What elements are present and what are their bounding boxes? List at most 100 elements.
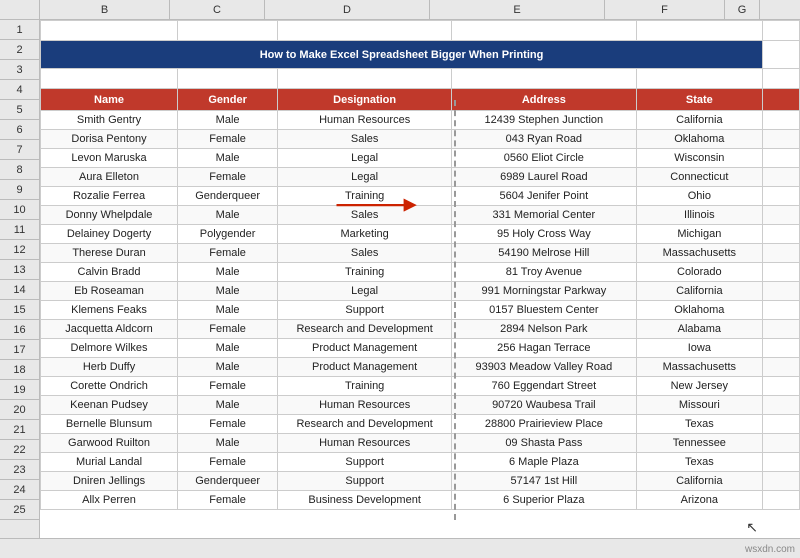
cell-designation[interactable]: Research and Development <box>278 415 452 434</box>
cell-g[interactable] <box>763 168 800 187</box>
cell-g[interactable] <box>763 206 800 225</box>
cell-gender[interactable]: Male <box>178 339 278 358</box>
cell-state[interactable]: California <box>636 472 763 491</box>
cell-gender[interactable]: Female <box>178 244 278 263</box>
cell-g[interactable] <box>763 301 800 320</box>
row-23[interactable]: 23 <box>0 460 39 480</box>
row-9[interactable]: 9 <box>0 180 39 200</box>
cell-gender[interactable]: Female <box>178 415 278 434</box>
cell-designation[interactable]: Legal <box>278 282 452 301</box>
row-1[interactable]: 1 <box>0 20 39 40</box>
row-10[interactable]: 10 <box>0 200 39 220</box>
row-3[interactable]: 3 <box>0 60 39 80</box>
cell-gender[interactable]: Male <box>178 434 278 453</box>
cell-name[interactable]: Donny Whelpdale <box>41 206 178 225</box>
cell-state[interactable]: Alabama <box>636 320 763 339</box>
cell-name[interactable]: Dorisa Pentony <box>41 130 178 149</box>
cell-name[interactable]: Rozalie Ferrea <box>41 187 178 206</box>
cell-g[interactable] <box>763 415 800 434</box>
cell-designation[interactable]: Human Resources <box>278 396 452 415</box>
cell-state[interactable]: Connecticut <box>636 168 763 187</box>
row-22[interactable]: 22 <box>0 440 39 460</box>
cell-g[interactable] <box>763 396 800 415</box>
cell-g[interactable] <box>763 434 800 453</box>
row-18[interactable]: 18 <box>0 360 39 380</box>
col-header-b[interactable]: B <box>40 0 170 19</box>
cell-state[interactable]: Massachusetts <box>636 358 763 377</box>
cell-g[interactable] <box>763 491 800 510</box>
cell-state[interactable]: California <box>636 111 763 130</box>
cell-g[interactable] <box>763 320 800 339</box>
row-8[interactable]: 8 <box>0 160 39 180</box>
cell-gender[interactable]: Female <box>178 491 278 510</box>
cell-address[interactable]: 2894 Nelson Park <box>452 320 636 339</box>
cell-state[interactable]: California <box>636 282 763 301</box>
cell-designation[interactable]: Sales <box>278 244 452 263</box>
cell-name[interactable]: Dniren Jellings <box>41 472 178 491</box>
cell-address[interactable]: 331 Memorial Center <box>452 206 636 225</box>
cell-designation[interactable]: Human Resources <box>278 434 452 453</box>
cell-address[interactable]: 6 Maple Plaza <box>452 453 636 472</box>
cell-b1[interactable] <box>41 21 178 41</box>
cell-address[interactable]: 90720 Waubesa Trail <box>452 396 636 415</box>
cell-state[interactable]: New Jersey <box>636 377 763 396</box>
row-2[interactable]: 2 <box>0 40 39 60</box>
cell-name[interactable]: Smith Gentry <box>41 111 178 130</box>
cell-g4[interactable] <box>763 89 800 111</box>
cell-g[interactable] <box>763 149 800 168</box>
cell-gender[interactable]: Female <box>178 453 278 472</box>
cell-gender[interactable]: Male <box>178 206 278 225</box>
cell-name[interactable]: Garwood Ruilton <box>41 434 178 453</box>
cell-address[interactable]: 28800 Prairieview Place <box>452 415 636 434</box>
row-21[interactable]: 21 <box>0 420 39 440</box>
cell-designation[interactable]: Training <box>278 263 452 282</box>
row-5[interactable]: 5 <box>0 100 39 120</box>
cell-gender[interactable]: Female <box>178 168 278 187</box>
row-12[interactable]: 12 <box>0 240 39 260</box>
cell-designation[interactable]: Sales <box>278 130 452 149</box>
cell-name[interactable]: Levon Maruska <box>41 149 178 168</box>
col-header-d[interactable]: D <box>265 0 430 19</box>
cell-state[interactable]: Tennessee <box>636 434 763 453</box>
cell-designation[interactable]: Legal <box>278 168 452 187</box>
cell-address[interactable]: 57147 1st Hill <box>452 472 636 491</box>
cell-g[interactable] <box>763 472 800 491</box>
cell-f1[interactable] <box>636 21 763 41</box>
cell-gender[interactable]: Male <box>178 263 278 282</box>
cell-name[interactable]: Jacquetta Aldcorn <box>41 320 178 339</box>
cell-g2[interactable] <box>763 41 800 69</box>
col-header-g[interactable]: G <box>725 0 760 19</box>
cell-name[interactable]: Murial Landal <box>41 453 178 472</box>
cell-state[interactable]: Ohio <box>636 187 763 206</box>
cell-state[interactable]: Massachusetts <box>636 244 763 263</box>
cell-g3[interactable] <box>763 69 800 89</box>
row-11[interactable]: 11 <box>0 220 39 240</box>
cell-designation[interactable]: Research and Development <box>278 320 452 339</box>
cell-address[interactable]: 81 Troy Avenue <box>452 263 636 282</box>
cell-designation[interactable]: Legal <box>278 149 452 168</box>
cell-address[interactable]: 0560 Eliot Circle <box>452 149 636 168</box>
cell-gender[interactable]: Polygender <box>178 225 278 244</box>
row-16[interactable]: 16 <box>0 320 39 340</box>
cell-gender[interactable]: Genderqueer <box>178 472 278 491</box>
cell-address[interactable]: 6989 Laurel Road <box>452 168 636 187</box>
cell-designation[interactable]: Product Management <box>278 339 452 358</box>
col-header-c[interactable]: C <box>170 0 265 19</box>
cell-state[interactable]: Oklahoma <box>636 301 763 320</box>
cell-state[interactable]: Missouri <box>636 396 763 415</box>
cell-address[interactable]: 256 Hagan Terrace <box>452 339 636 358</box>
cell-address[interactable]: 5604 Jenifer Point <box>452 187 636 206</box>
cell-designation[interactable]: Support <box>278 453 452 472</box>
cell-address[interactable]: 760 Eggendart Street <box>452 377 636 396</box>
cell-d1[interactable] <box>278 21 452 41</box>
cell-c3[interactable] <box>178 69 278 89</box>
cell-designation[interactable]: Training <box>278 187 452 206</box>
cell-designation[interactable]: Sales <box>278 206 452 225</box>
cell-b3[interactable] <box>41 69 178 89</box>
cell-designation[interactable]: Business Development <box>278 491 452 510</box>
cell-g[interactable] <box>763 244 800 263</box>
cell-address[interactable]: 54190 Melrose Hill <box>452 244 636 263</box>
cell-address[interactable]: 043 Ryan Road <box>452 130 636 149</box>
cell-state[interactable]: Arizona <box>636 491 763 510</box>
cell-designation[interactable]: Support <box>278 301 452 320</box>
